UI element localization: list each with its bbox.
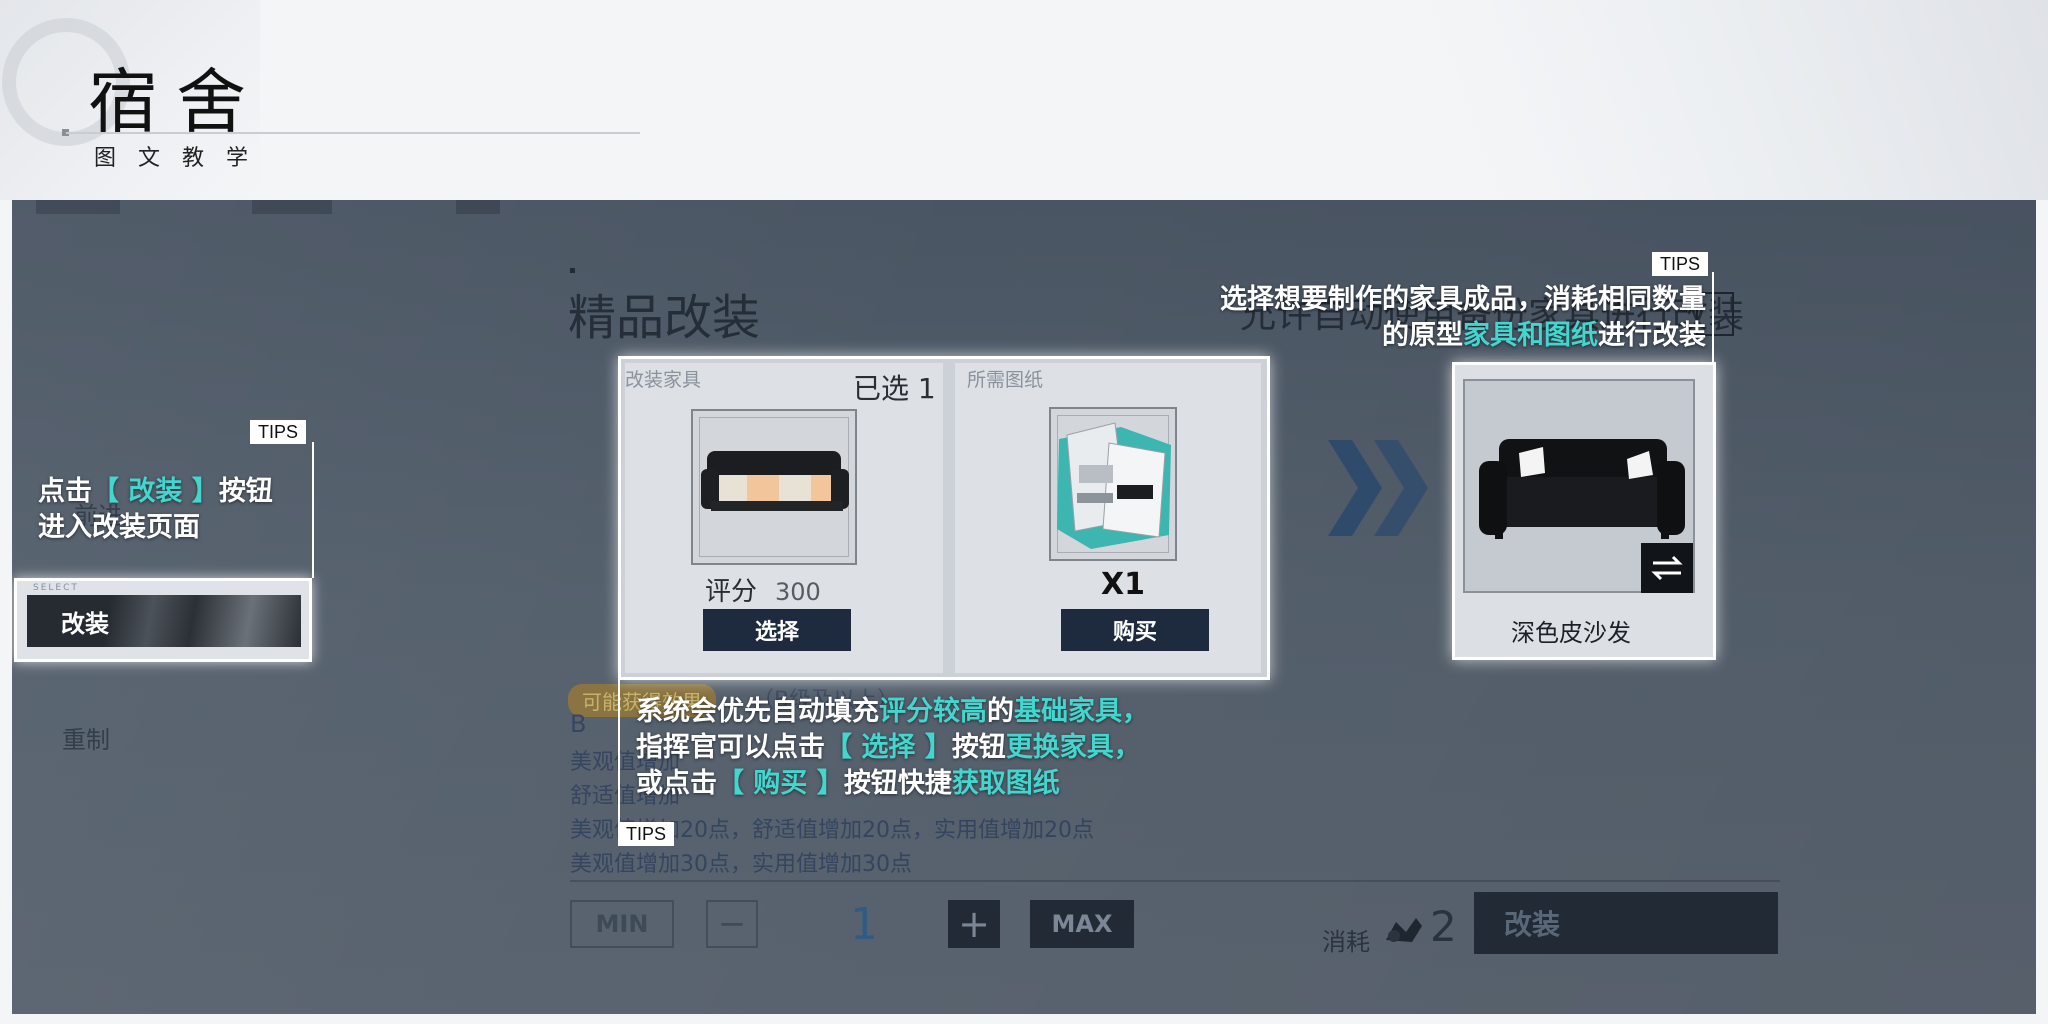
swap-icon[interactable] (1641, 543, 1693, 593)
tips-tag: TIPS (250, 420, 307, 444)
tips-connector (312, 442, 314, 578)
header-decoration-right (1328, 0, 2048, 200)
select-tag: SELECT (33, 583, 79, 593)
blueprint-panel: 所需图纸 X1 购买 (955, 363, 1261, 673)
section-title: 精品改装 (568, 290, 761, 346)
max-button[interactable]: MAX (1030, 900, 1134, 948)
consume-label: 消耗 (1322, 928, 1370, 956)
increment-button[interactable]: + (948, 900, 1000, 948)
tip-text: 按钮 (218, 476, 273, 507)
tip-highlight: 更换家具， (1005, 732, 1141, 763)
furniture-slot-panel: 改装家具 已选 1 评分 300 选择 (625, 363, 943, 673)
tip-text: 或点击 (636, 768, 717, 799)
score-label: 评分 (705, 577, 758, 607)
tip-bottom: 系统会优先自动填充评分较高的基础家具， 指挥官可以点击【 选择 】按钮更换家具，… (636, 694, 1149, 802)
tip-text: 的原型 (1382, 320, 1463, 351)
tip-text: 进行改装 (1598, 320, 1706, 351)
result-name: 深色皮沙发 (1511, 619, 1631, 647)
page-subtitle: 图文教学 (94, 146, 271, 171)
furniture-slot[interactable] (691, 409, 857, 565)
buy-button[interactable]: 购买 (1061, 609, 1209, 651)
score-value: 300 (775, 578, 821, 606)
effects-grade: B (570, 710, 587, 738)
tip-text: 的 (987, 696, 1014, 727)
tip-left: 点击【 改装 】按钮 进入改装页面 (38, 474, 273, 546)
tip-top-right: 选择想要制作的家具成品，消耗相同数量 的原型家具和图纸进行改装 (1140, 282, 1706, 354)
decrement-button[interactable]: − (706, 900, 758, 948)
title-divider (66, 132, 640, 134)
result-slot[interactable] (1463, 379, 1695, 593)
consume-value: 2 (1430, 902, 1457, 951)
panel-label: 改装家具 (625, 369, 702, 391)
blueprint-quantity: X1 (1101, 567, 1146, 602)
tip-highlight: 家具和图纸 (1463, 320, 1598, 351)
tab-stub (36, 200, 120, 214)
tip-text: 系统会优先自动填充 (636, 696, 879, 727)
blueprint-image (1057, 422, 1171, 549)
tab-stub (456, 200, 500, 214)
modify-confirm-button[interactable]: 改装 (1474, 892, 1778, 954)
select-button[interactable]: 选择 (703, 609, 851, 651)
tip-text: 进入改装页面 (38, 512, 200, 543)
panel-label: 所需图纸 (967, 369, 1044, 391)
modify-button-callout: SELECT 改装 (14, 578, 312, 662)
selected-count: 已选 1 (853, 372, 936, 405)
tip-highlight: 评分较高 (879, 696, 987, 727)
tip-text: 指挥官可以点击 (636, 732, 825, 763)
tip-highlight: 获取图纸 (951, 768, 1060, 799)
material-icon (1386, 918, 1422, 942)
bottom-divider (570, 880, 1780, 882)
chevron-right-icon (1328, 440, 1428, 536)
tip-highlight: 【 选择 】 (825, 732, 952, 763)
tip-highlight: 基础家具， (1014, 696, 1149, 727)
tips-connector (618, 680, 620, 826)
sofa-image (701, 451, 849, 511)
tip-text: 按钮 (951, 732, 1006, 763)
tip-text: 选择想要制作的家具成品，消耗相同数量 (1220, 284, 1706, 315)
tip-highlight: 【 改装 】 (92, 476, 219, 507)
quantity-value[interactable]: 1 (769, 899, 959, 950)
effect-line: 美观值增加30点，实用值增加30点 (570, 852, 912, 877)
modify-button[interactable]: 改装 (27, 595, 301, 647)
tips-tag: TIPS (1652, 252, 1709, 276)
section-title-dot (570, 268, 575, 273)
result-card: 深色皮沙发 (1452, 362, 1716, 660)
furniture-score: 评分 300 (705, 571, 821, 608)
tip-text: 点击 (38, 476, 92, 507)
furniture-blueprint-panel: 改装家具 已选 1 评分 300 选择 所需图纸 X1 购买 (618, 356, 1270, 680)
tips-tag: TIPS (618, 822, 675, 846)
min-button[interactable]: MIN (570, 900, 674, 948)
tab-stub (252, 200, 332, 214)
tip-highlight: 【 购买 】 (717, 768, 844, 799)
tip-text: 按钮快捷 (843, 768, 952, 799)
menu-item-remake[interactable]: 重制 (62, 720, 110, 755)
blueprint-slot[interactable] (1049, 407, 1177, 561)
tips-connector (1712, 272, 1714, 364)
